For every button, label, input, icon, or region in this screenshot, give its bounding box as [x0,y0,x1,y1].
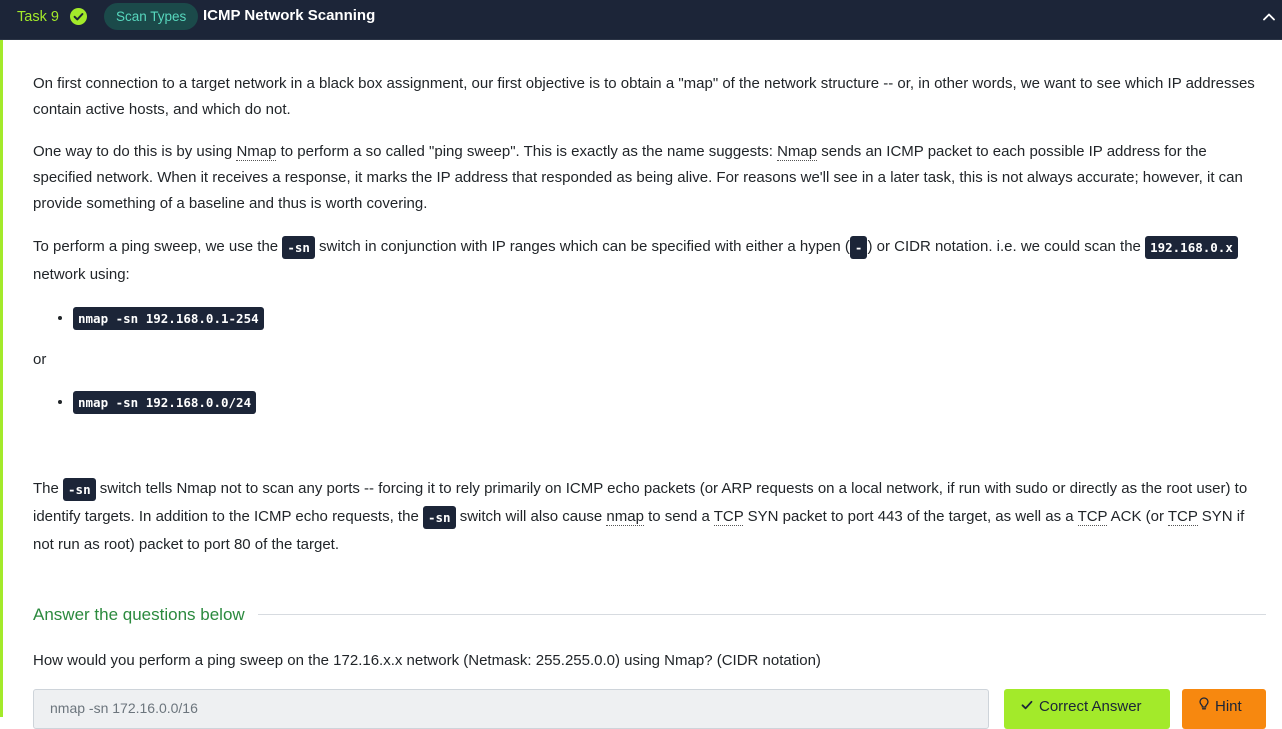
command-list-cidr: nmap -sn 192.168.0.0/24 [33,389,1268,415]
list-item: nmap -sn 192.168.0.1-254 [73,305,1268,331]
task-header[interactable]: Task 9 Scan Types ICMP Network Scanning [0,0,1282,40]
text-segment: One way to do this is by using [33,143,237,160]
command-list-range: nmap -sn 192.168.0.1-254 [33,305,1268,331]
text-segment: The [33,480,64,497]
tcp-abbr: TCP [1077,508,1108,526]
text-segment: network using: [33,266,130,283]
task-title: ICMP Network Scanning [203,7,376,24]
paragraph-ping-sweep: One way to do this is by using Nmap to p… [33,139,1268,217]
text-segment: to perform a so called "ping sweep". Thi… [276,143,778,160]
nmap-abbr: nmap [606,508,644,526]
question-text: How would you perform a ping sweep on th… [33,652,821,669]
section-divider [258,614,1266,615]
tcp-abbr: TCP [713,508,744,526]
paragraph-sn-details: The -sn switch tells Nmap not to scan an… [33,475,1268,559]
questions-heading: Answer the questions below [33,605,245,624]
text-segment: to send a [643,508,714,525]
code-hyphen: - [849,235,868,259]
or-text: or [33,351,47,368]
paragraph-sn-switch: To perform a ping sweep, we use the -sn … [33,233,1268,289]
task-content: On first connection to a target network … [33,71,1268,559]
list-item: nmap -sn 192.168.0.0/24 [73,389,1268,415]
text-segment: SYN packet to port 443 of the target, as… [743,508,1078,525]
text-segment: ACK (or [1107,508,1168,525]
check-icon [1021,700,1033,710]
text-segment: switch will also cause [455,508,607,525]
code-sn: -sn [422,505,456,529]
check-circle-icon [70,8,87,25]
code-sn: -sn [282,235,315,259]
code-network: 192.168.0.x [1145,235,1238,259]
code-sn: -sn [63,477,96,501]
paragraph-intro: On first connection to a target network … [33,75,1255,118]
chevron-up-icon[interactable] [1262,10,1276,24]
text-segment: ) or CIDR notation. i.e. we could scan t… [867,238,1146,255]
correct-answer-button[interactable]: Correct Answer [1004,689,1170,729]
lightbulb-icon [1199,697,1209,710]
hint-label: Hint [1215,698,1242,715]
answer-input[interactable]: nmap -sn 172.16.0.0/16 [33,689,989,729]
nmap-abbr: Nmap [236,143,277,161]
nmap-abbr: Nmap [777,143,818,161]
task-number: Task 9 [17,9,59,25]
correct-answer-label: Correct Answer [1039,698,1142,715]
tcp-abbr: TCP [1167,508,1198,526]
text-segment: To perform a ping sweep, we use the [33,238,283,255]
hint-button[interactable]: Hint [1182,689,1266,729]
text-segment: switch in conjunction with IP ranges whi… [314,238,850,255]
category-pill: Scan Types [104,3,199,30]
task-accent-bar [0,40,3,717]
code-command-range: nmap -sn 192.168.0.1-254 [73,306,264,330]
code-command-cidr: nmap -sn 192.168.0.0/24 [73,390,257,414]
